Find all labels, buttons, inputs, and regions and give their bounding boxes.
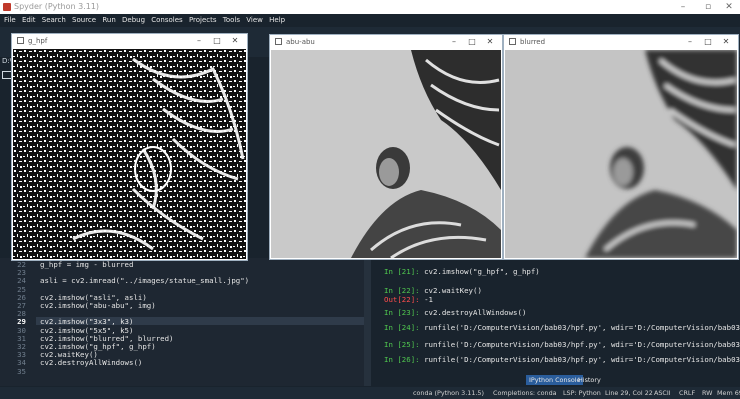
window-title: abu-abu xyxy=(286,38,315,46)
title-bar: Spyder (Python 3.11) – ▫ ✕ xyxy=(0,0,740,14)
console-code: cv2.destroyAllWindows() xyxy=(424,308,527,317)
maximize-icon[interactable]: □ xyxy=(700,35,716,49)
console-prompt: Out[22]: xyxy=(384,295,420,304)
line-number: 35 xyxy=(17,366,26,376)
left-panel: D:\ xyxy=(0,57,12,258)
minimize-icon[interactable]: – xyxy=(191,34,207,48)
menu-help[interactable]: Help xyxy=(269,16,285,24)
menu-consoles[interactable]: Consoles xyxy=(151,16,182,24)
close-icon[interactable]: ✕ xyxy=(227,34,243,48)
console-code: runfile('D:/ComputerVision/bab03/hpf.py'… xyxy=(424,355,740,364)
minimize-icon[interactable]: – xyxy=(446,35,462,49)
window-g-hpf[interactable]: g_hpf – □ ✕ xyxy=(12,34,247,260)
console-line: In [25]: runfile('D:/ComputerVision/bab0… xyxy=(384,340,740,349)
console-tabs: IPython Console History xyxy=(376,374,740,386)
console-prompt: In [23]: xyxy=(384,308,420,317)
menu-view[interactable]: View xyxy=(246,16,263,24)
status-env[interactable]: conda (Python 3.11.5) xyxy=(413,387,484,399)
console-line: In [23]: cv2.destroyAllWindows() xyxy=(384,308,526,317)
menu-edit[interactable]: Edit xyxy=(22,16,36,24)
console-code: -1 xyxy=(424,295,433,304)
menu-projects[interactable]: Projects xyxy=(189,16,217,24)
minimize-icon[interactable]: – xyxy=(672,0,694,14)
spyder-logo-icon xyxy=(3,3,11,11)
blurred-image xyxy=(505,50,737,258)
window-header: blurred – □ ✕ xyxy=(504,35,738,49)
window-icon xyxy=(275,38,282,45)
maximize-icon[interactable]: ▫ xyxy=(697,0,719,14)
console-line: In [21]: cv2.imshow("g_hpf", g_hpf) xyxy=(384,267,540,276)
console-code: runfile('D:/ComputerVision/bab03/hpf.py'… xyxy=(424,323,740,332)
tab-history[interactable]: History xyxy=(575,375,604,385)
menu-search[interactable]: Search xyxy=(42,16,66,24)
window-title: blurred xyxy=(520,38,546,46)
status-lsp: LSP: Python xyxy=(563,389,601,397)
menu-debug[interactable]: Debug xyxy=(122,16,145,24)
console-line: In [24]: runfile('D:/ComputerVision/bab0… xyxy=(384,323,740,332)
close-icon[interactable]: ✕ xyxy=(718,35,734,49)
minimize-icon[interactable]: – xyxy=(682,35,698,49)
console-prompt: In [24]: xyxy=(384,323,420,332)
code-line[interactable]: cv2.imshow("abu-abu", img) xyxy=(40,301,156,310)
console-line: In [26]: runfile('D:/ComputerVision/bab0… xyxy=(384,355,740,364)
status-eol: CRLF xyxy=(679,389,696,397)
console-prompt: In [25]: xyxy=(384,340,420,349)
console-prompt: In [21]: xyxy=(384,267,420,276)
code-line[interactable]: g_hpf = img - blurred xyxy=(40,260,133,269)
close-icon[interactable]: ✕ xyxy=(482,35,498,49)
menu-source[interactable]: Source xyxy=(72,16,96,24)
window-title: g_hpf xyxy=(28,37,48,45)
maximize-icon[interactable]: □ xyxy=(464,35,480,49)
menu-file[interactable]: File xyxy=(4,16,16,24)
window-icon xyxy=(509,38,516,45)
console-line: Out[22]: -1 xyxy=(384,295,433,304)
window-abu-abu[interactable]: abu-abu – □ ✕ xyxy=(270,35,502,259)
code-line[interactable]: asli = cv2.imread("../images/statue_smal… xyxy=(40,276,249,285)
console-line: In [22]: cv2.waitKey() xyxy=(384,286,482,295)
ipython-console[interactable]: In [21]: cv2.imshow("g_hpf", g_hpf) In [2… xyxy=(376,258,740,372)
path-label: D:\ xyxy=(2,57,13,65)
status-position: Line 29, Col 22 xyxy=(605,389,653,397)
close-icon[interactable]: ✕ xyxy=(718,0,740,14)
window-blurred[interactable]: blurred – □ ✕ xyxy=(504,35,738,259)
status-rw: RW xyxy=(702,389,713,397)
console-prompt: In [22]: xyxy=(384,286,420,295)
hpf-image xyxy=(13,49,246,259)
window-icon xyxy=(17,37,24,44)
status-completions: Completions: conda xyxy=(493,389,557,397)
console-prompt: In [26]: xyxy=(384,355,420,364)
code-line[interactable]: cv2.destroyAllWindows() xyxy=(40,358,142,367)
status-encoding: ASCII xyxy=(654,389,671,397)
console-code: cv2.imshow("g_hpf", g_hpf) xyxy=(424,267,540,276)
app-title: Spyder (Python 3.11) xyxy=(14,2,100,11)
menu-tools[interactable]: Tools xyxy=(223,16,240,24)
console-code: runfile('D:/ComputerVision/bab03/hpf.py'… xyxy=(424,340,740,349)
menu-run[interactable]: Run xyxy=(102,16,115,24)
menu-bar: File Edit Search Source Run Debug Consol… xyxy=(0,14,740,27)
status-mem: Mem 69 xyxy=(717,389,740,397)
console-code: cv2.waitKey() xyxy=(424,286,482,295)
folder-icon[interactable] xyxy=(2,71,12,79)
window-header: abu-abu – □ ✕ xyxy=(270,35,502,49)
window-header: g_hpf – □ ✕ xyxy=(12,34,247,48)
grayscale-image xyxy=(271,50,501,258)
editor-scrollbar[interactable] xyxy=(364,258,371,386)
maximize-icon[interactable]: □ xyxy=(209,34,225,48)
code-editor[interactable]: 22 g_hpf = img - blurred 23 24 asli = cv2.im… xyxy=(0,258,371,386)
status-bar: conda (Python 3.11.5) Completions: conda… xyxy=(0,387,740,399)
